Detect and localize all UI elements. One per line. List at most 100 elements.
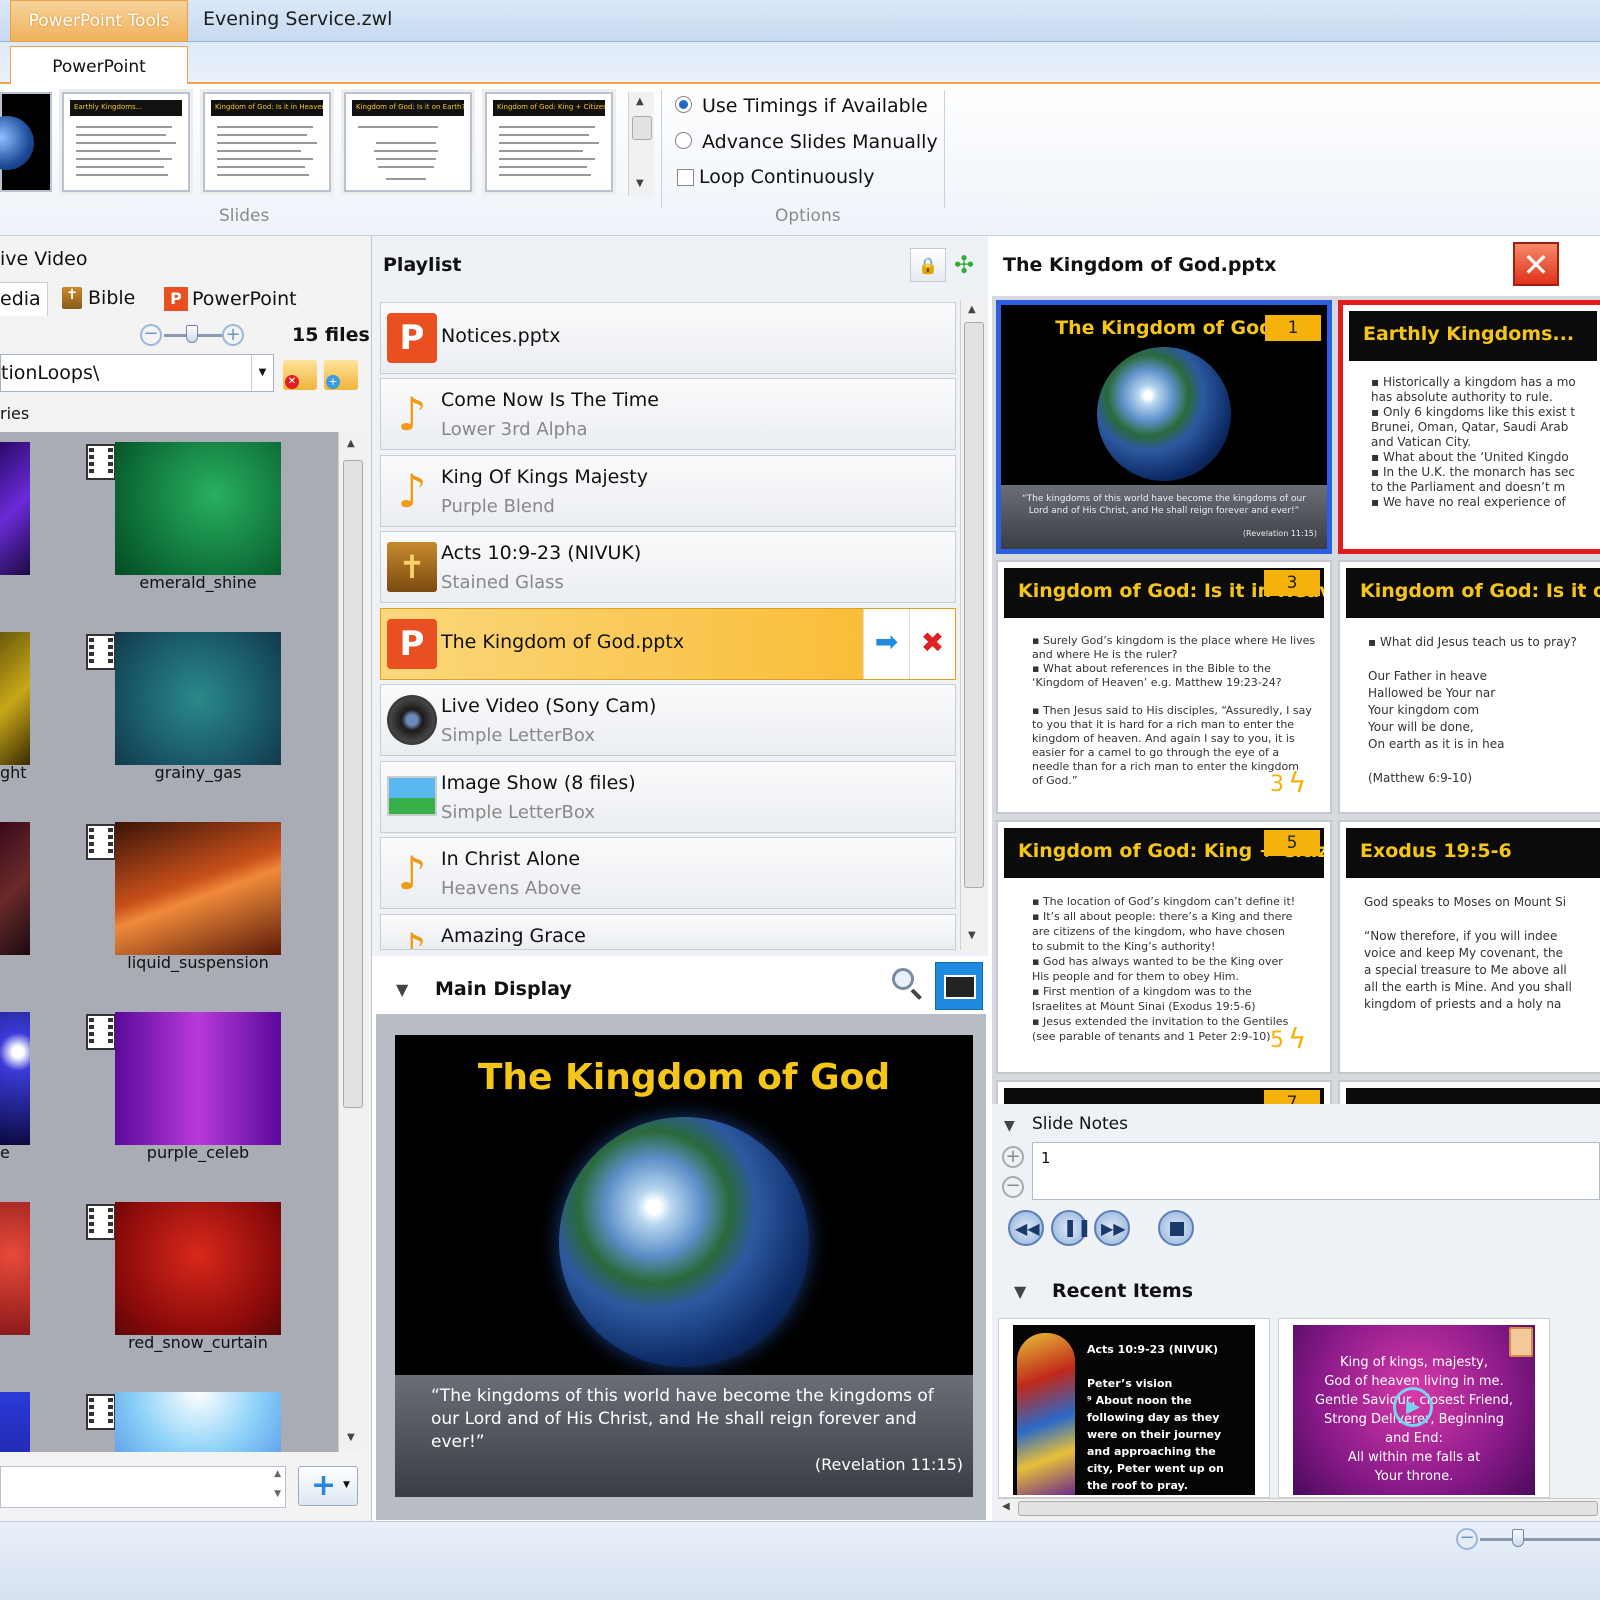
media-thumb-liquid-suspension[interactable] (115, 822, 281, 955)
media-thumb-partial[interactable] (0, 632, 30, 765)
thumbnail-scrollbar[interactable]: ▲ ▼ (628, 92, 654, 196)
use-timings-label[interactable]: Use Timings if Available (702, 95, 928, 117)
advance-manually-radio[interactable] (675, 132, 692, 149)
remove-item-button[interactable]: ✖ (909, 609, 955, 679)
collapse-arrow-icon[interactable]: ▼ (396, 980, 408, 999)
zoom-in-icon[interactable]: + (222, 324, 244, 346)
spin-down-icon[interactable]: ▼ (274, 1489, 281, 1499)
collapse-arrow-icon[interactable]: ▼ (1004, 1118, 1015, 1134)
clapperboard-icon[interactable] (935, 962, 983, 1010)
search-field[interactable]: ▲ ▼ (0, 1466, 286, 1508)
close-presentation-icon[interactable]: ✕ (1513, 242, 1559, 286)
recent-item-card[interactable]: King of kings, majesty, God of heaven li… (1278, 1318, 1550, 1498)
scrollbar-thumb[interactable] (964, 322, 984, 888)
scroll-down-arrow-icon[interactable]: ▼ (347, 1432, 355, 1443)
add-item-button[interactable]: + ▼ (298, 1466, 358, 1506)
tab-bible[interactable]: ✝ Bible (62, 287, 135, 309)
previous-button[interactable]: ◀◀ (1008, 1210, 1044, 1246)
slide-thumbnail-3[interactable]: Kingdom of God: Is it in Heaven? (203, 92, 331, 192)
advance-manually-label[interactable]: Advance Slides Manually (702, 131, 938, 153)
media-thumb-partial[interactable] (0, 1202, 30, 1335)
playlist-item[interactable]: ♪ King Of Kings Majesty Purple Blend (380, 455, 956, 527)
play-icon[interactable]: ▶ (1393, 1387, 1433, 1427)
folder-path-combo[interactable]: tionLoops\ ▼ (0, 354, 274, 392)
slide-card[interactable]: Kingdom of God: Is it in Heaven? 3 ▪ Sur… (996, 560, 1332, 814)
playlist-item-title: Amazing Grace (441, 925, 586, 947)
add-folder-icon[interactable]: + (324, 360, 358, 390)
playlist-item[interactable]: Live Video (Sony Cam) Simple LetterBox (380, 684, 956, 756)
slide-thumbnail-5[interactable]: Kingdom of God: King + Citizens (485, 92, 613, 192)
slide-notes-field[interactable]: 1 (1032, 1142, 1600, 1200)
playlist-item[interactable]: Image Show (8 files) Simple LetterBox (380, 761, 956, 833)
remove-folder-icon[interactable]: ✕ (283, 360, 317, 390)
chevron-down-icon[interactable]: ▼ (251, 355, 273, 391)
slide-card[interactable]: 7 (996, 1080, 1332, 1104)
slide-thumbnail-1[interactable] (0, 92, 52, 192)
recent-items-scrollbar[interactable]: ◀ (998, 1498, 1600, 1518)
ribbon-tab-powerpoint[interactable]: PowerPoint (10, 46, 188, 86)
slide-card[interactable]: Exodus 19:5-6 God speaks to Moses on Mou… (1338, 820, 1600, 1074)
loop-continuously-checkbox[interactable] (677, 169, 694, 186)
collapse-icon[interactable]: ✣ (948, 248, 980, 282)
playlist-item[interactable]: ♪ Amazing Grace (380, 914, 956, 950)
pause-button[interactable]: ❚❚ (1051, 1210, 1092, 1246)
search-icon[interactable] (890, 966, 926, 1002)
media-thumb-partial[interactable] (0, 442, 30, 575)
chevron-down-icon: ▼ (343, 1480, 350, 1490)
use-timings-radio[interactable] (675, 96, 692, 113)
scroll-up-arrow-icon[interactable]: ▲ (636, 96, 644, 107)
media-scrollbar[interactable]: ▲ ▼ (338, 432, 366, 1452)
zoom-slider-handle[interactable] (186, 325, 198, 343)
tab-media[interactable]: edia (0, 282, 48, 316)
playlist-item[interactable]: ♪ In Christ Alone Heavens Above (380, 837, 956, 909)
playlist-item[interactable]: ♪ Come Now Is The Time Lower 3rd Alpha (380, 378, 956, 450)
slide-card-current[interactable]: The Kingdom of God 1 “The kingdoms of th… (996, 300, 1332, 554)
scrollbar-thumb[interactable] (343, 460, 363, 1108)
slide-title: Kingdom of God: Is it o (1346, 568, 1600, 618)
media-thumb-grainy-gas[interactable] (115, 632, 281, 765)
spin-up-icon[interactable]: ▲ (274, 1469, 281, 1479)
live-video-label[interactable]: ive Video (0, 248, 88, 270)
zoom-slider-track[interactable] (1480, 1538, 1600, 1541)
slide-card[interactable]: Kingdom of God: Is it o ▪ What did Jesus… (1338, 560, 1600, 814)
zoom-out-icon[interactable]: − (1002, 1176, 1024, 1198)
slide-card[interactable] (1338, 1080, 1600, 1104)
context-tab-powerpoint-tools[interactable]: PowerPoint Tools (10, 0, 188, 42)
scroll-down-arrow-icon[interactable]: ▼ (636, 178, 644, 189)
media-thumb-partial[interactable] (0, 1012, 30, 1145)
media-thumb-partial[interactable] (0, 822, 30, 955)
slide-card[interactable]: Kingdom of God: King + Citizens 5 ▪ The … (996, 820, 1332, 1074)
stop-button[interactable] (1158, 1210, 1194, 1246)
scrollbar-thumb[interactable] (632, 116, 652, 140)
scroll-down-arrow-icon[interactable]: ▼ (968, 930, 976, 941)
playlist-item[interactable]: P Notices.pptx (380, 302, 956, 374)
media-thumb-red-snow-curtain[interactable] (115, 1202, 281, 1335)
media-thumb-emerald-shine[interactable] (115, 442, 281, 575)
go-to-item-button[interactable]: ➡ (863, 609, 909, 679)
media-thumb-partial[interactable] (0, 1392, 30, 1452)
playlist-scrollbar[interactable]: ▲ ▼ (960, 300, 986, 950)
slide-card-live[interactable]: Earthly Kingdoms... ▪ Historically a kin… (1338, 300, 1600, 554)
zoom-in-icon[interactable]: + (1002, 1146, 1024, 1168)
media-thumb-light-rays[interactable] (115, 1392, 281, 1452)
scroll-left-arrow-icon[interactable]: ◀ (1002, 1501, 1010, 1512)
playlist-item-selected[interactable]: P The Kingdom of God.pptx ➡ ✖ (380, 608, 956, 680)
slide-thumbnail-2[interactable]: Earthly Kingdoms... (62, 92, 190, 192)
recent-item-card[interactable]: Acts 10:9-23 (NIVUK) Peter’s vision ⁹ Ab… (998, 1318, 1270, 1498)
zoom-out-icon[interactable]: − (1456, 1528, 1478, 1550)
tab-powerpoint[interactable]: P PowerPoint (164, 287, 297, 311)
scrollbar-thumb[interactable] (1018, 1501, 1598, 1516)
collapse-arrow-icon[interactable]: ▼ (1014, 1282, 1026, 1301)
lock-icon[interactable]: 🔒 (910, 248, 946, 282)
scroll-up-arrow-icon[interactable]: ▲ (968, 304, 976, 315)
slide-thumbnail-4[interactable]: Kingdom of God: Is it on Earth? (344, 92, 472, 192)
zoom-out-icon[interactable]: − (140, 324, 162, 346)
next-button[interactable]: ▶▶ (1094, 1210, 1130, 1246)
bible-icon: ✝ (62, 287, 82, 309)
zoom-slider-handle[interactable] (1512, 1529, 1524, 1547)
loop-continuously-label[interactable]: Loop Continuously (699, 166, 874, 188)
trash-icon[interactable] (1509, 1327, 1533, 1357)
media-thumb-purple-celeb[interactable] (115, 1012, 281, 1145)
playlist-item[interactable]: ✝ Acts 10:9-23 (NIVUK) Stained Glass (380, 531, 956, 603)
scroll-up-arrow-icon[interactable]: ▲ (347, 438, 355, 449)
